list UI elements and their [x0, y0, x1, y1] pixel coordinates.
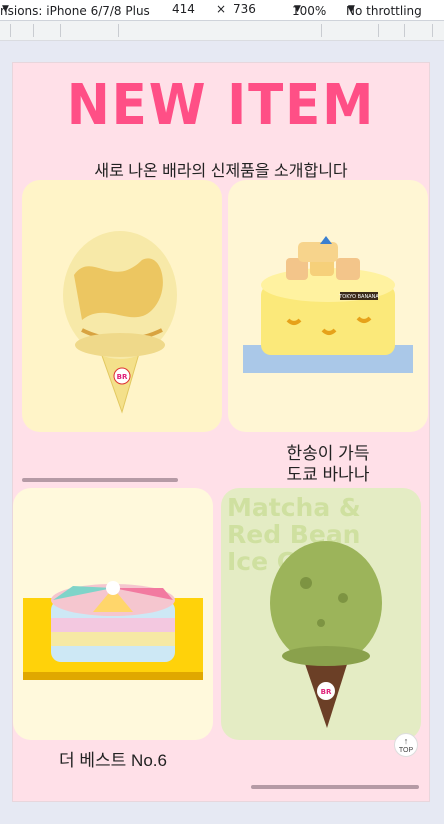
best-no6-cake-image	[23, 581, 203, 680]
width-input[interactable]: 414	[172, 2, 195, 16]
cake-label: TOKYO BANANA	[338, 294, 379, 300]
scroll-indicator-left	[22, 478, 178, 482]
product-card-1[interactable]: BR	[22, 180, 222, 432]
dimension-separator: ×	[216, 2, 227, 16]
brand-badge: BR	[117, 373, 128, 381]
brand-badge: BR	[321, 688, 332, 696]
height-input[interactable]: 736	[233, 2, 256, 16]
chevron-down-icon: ▼	[348, 4, 355, 14]
media-query-bar	[0, 21, 444, 41]
ice-cream-scoop-image: BR	[63, 231, 177, 414]
arrow-up-icon: ↑	[403, 736, 409, 746]
page-subtitle: 새로 나온 배라의 신제품을 소개합니다	[94, 163, 348, 180]
matcha-cone-image: BR	[270, 541, 382, 728]
devtools-device-toolbar: nsions: iPhone 6/7/8 Plus ▼ 414 × 736 100…	[0, 0, 444, 21]
chevron-down-icon: ▼	[2, 4, 9, 14]
product-card-2[interactable]: TOKYO BANANA	[228, 180, 428, 432]
product-name-3: 더 베스트 No.6	[59, 751, 167, 770]
product-card-4[interactable]: Matcha & Red Bean Ice Cre BR	[221, 488, 421, 740]
tokyo-banana-cake-image: TOKYO BANANA	[243, 236, 413, 373]
chevron-down-icon: ▼	[294, 4, 301, 14]
scroll-indicator-right	[251, 785, 419, 789]
page-title: NEW ITEM	[66, 73, 376, 138]
product-name-2: 한송이 가득 도쿄 바나나	[286, 444, 370, 484]
mobile-viewport: NEW ITEM 새로 나온 배라의 신제품을 소개합니다 BR TOKYO B…	[12, 62, 430, 802]
scroll-top-button[interactable]: ↑ TOP	[394, 733, 418, 757]
product-card-3[interactable]	[13, 488, 213, 740]
